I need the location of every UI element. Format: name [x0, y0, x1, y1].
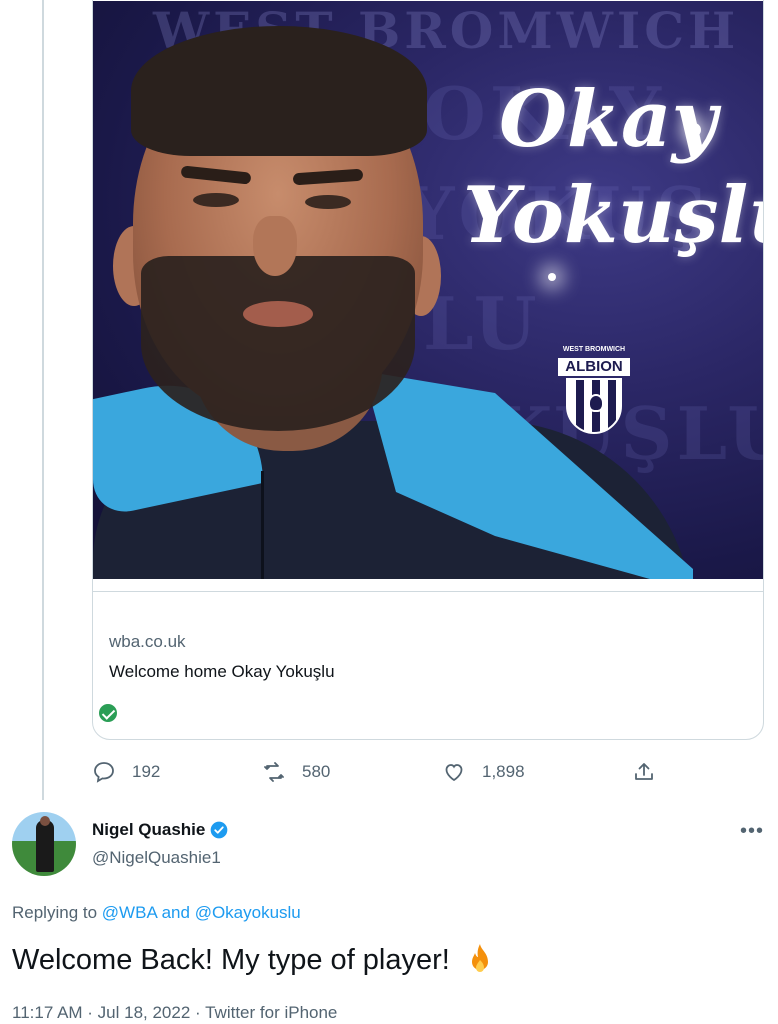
reply-body: Welcome Back! My type of player! [12, 943, 450, 976]
tweet-actions: 192 580 1,898 [92, 756, 692, 788]
replying-prefix: Replying to [12, 903, 98, 922]
link-card[interactable]: WEST BROMWICH OKAY YOKUŞ LU OKUŞLU Okay … [92, 0, 764, 740]
card-image[interactable]: WEST BROMWICH OKAY YOKUŞ LU OKUŞLU Okay … [93, 1, 763, 579]
mention-wba[interactable]: @WBA [102, 903, 157, 922]
card-domain: wba.co.uk [109, 632, 186, 651]
sparkle [687, 123, 701, 137]
more-icon[interactable]: ••• [740, 820, 764, 843]
club-crest: WEST BROMWICH ALBION [558, 346, 630, 434]
heart-icon [445, 764, 463, 782]
reply-button[interactable]: 192 [92, 756, 160, 788]
beard [141, 256, 415, 431]
avatar[interactable] [12, 812, 76, 876]
fire-emoji [471, 944, 488, 972]
hair [131, 26, 427, 156]
retweet-icon [264, 762, 284, 782]
reply-author-handle[interactable]: @NigelQuashie1 [92, 848, 221, 868]
mouth [243, 301, 313, 327]
reply-icon [94, 762, 114, 783]
card-title: Welcome home Okay Yokuşlu [109, 662, 335, 681]
verified-badge-icon [211, 821, 228, 839]
check-icon [97, 702, 119, 724]
mention-and: and [161, 903, 190, 922]
reply-author-name: Nigel Quashie [92, 820, 206, 839]
tweet-meta: 11:17 AM · Jul 18, 2022 · Twitter for iP… [12, 1003, 338, 1022]
reply-text: Welcome Back! My type of player! [12, 942, 498, 978]
eye-right [305, 195, 351, 209]
eye-left [193, 193, 239, 207]
throstle-icon [588, 394, 604, 412]
like-count: 1,898 [482, 762, 525, 781]
reply-author[interactable]: Nigel Quashie [92, 820, 229, 840]
crest-name: ALBION [558, 358, 630, 376]
thread-line [42, 0, 44, 800]
card-info[interactable]: wba.co.uk Welcome home Okay Yokuşlu [93, 591, 763, 739]
avatar-figure-head [40, 816, 50, 826]
sparkle [548, 273, 556, 281]
zip [261, 471, 264, 579]
avatar-figure [36, 820, 54, 872]
reply-count: 192 [132, 762, 161, 781]
replying-to: Replying to @WBA and @Okayokuslu [12, 903, 301, 923]
player-name: Okay Yokuşlu [463, 74, 763, 261]
retweet-count: 580 [302, 762, 331, 781]
crest-top-text: WEST BROMWICH [562, 346, 626, 353]
mention-okayokuslu[interactable]: @Okayokuslu [195, 903, 301, 922]
retweet-button[interactable]: 580 [262, 756, 330, 788]
player-first-name: Okay [499, 74, 717, 165]
share-icon [635, 763, 653, 780]
crest-shield [566, 378, 622, 434]
like-button[interactable]: 1,898 [442, 756, 525, 788]
nose [253, 216, 297, 276]
player-last-name: Yokuşlu [463, 170, 763, 261]
share-button[interactable] [632, 756, 672, 788]
